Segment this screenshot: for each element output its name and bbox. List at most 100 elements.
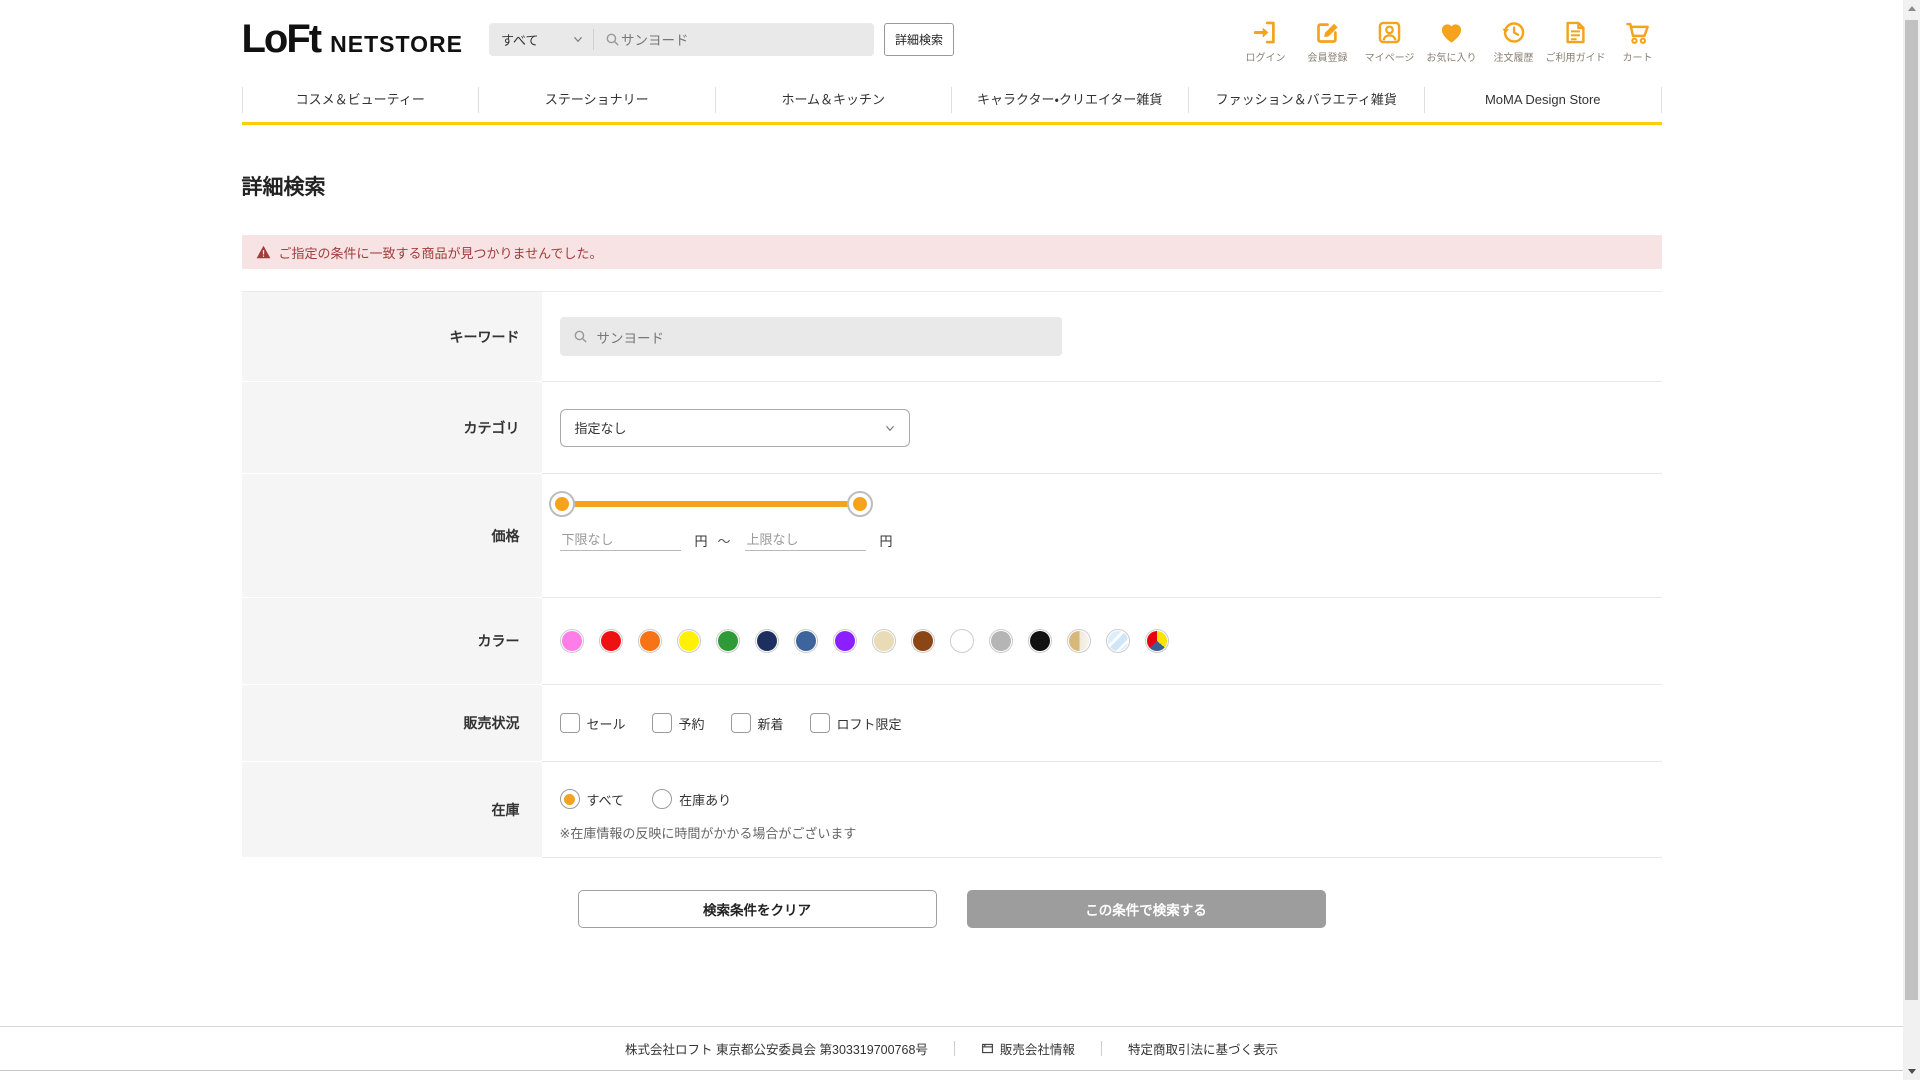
nav-item-3[interactable]: キャラクター・クリエイター雑貨 [952, 78, 1188, 122]
color-swatch-beige[interactable] [871, 629, 896, 653]
stock-radio-1[interactable]: 在庫あり [652, 789, 731, 809]
price-min-input[interactable] [559, 529, 681, 551]
window-icon [981, 1042, 994, 1055]
price-content: 円 ～ 円 [541, 474, 1662, 598]
color-swatch-red[interactable] [598, 629, 623, 653]
price-range-slider[interactable] [548, 491, 873, 517]
swatch-fill-white [951, 631, 972, 651]
sales-checkbox-0[interactable]: セール [559, 713, 626, 733]
chevron-down-icon [571, 32, 585, 46]
color-swatch-yellow[interactable] [676, 629, 701, 653]
color-swatch-brown[interactable] [910, 629, 935, 653]
sales-status-content: セール 予約 新着 ロフト限定 [541, 685, 1662, 762]
stock-note: ※在庫情報の反映に時間がかかる場合がございます [559, 826, 857, 841]
radio-label: すべて [586, 792, 625, 808]
form-actions: 検索条件をクリア この条件で検索する [242, 890, 1662, 928]
price-slider-max-handle[interactable] [846, 491, 873, 517]
color-swatch-gray[interactable] [988, 629, 1013, 653]
header-quick-links: ログイン 会員登録 マイページ お気に入り 注文履歴 ご利用ガイド カート [1242, 15, 1662, 64]
radio-label: 在庫あり [679, 792, 732, 808]
swatch-fill-beige [873, 631, 894, 651]
logo-netstore-text: NETSTORE [330, 31, 463, 57]
color-label: カラー [241, 598, 542, 685]
mypage-icon [1376, 19, 1403, 46]
nav-item-5[interactable]: MoMA Design Store [1425, 78, 1661, 122]
nav-item-2[interactable]: ホーム＆キッチン [716, 78, 952, 122]
quicklink-label: 会員登録 [1307, 52, 1348, 64]
keyword-input[interactable] [596, 329, 1050, 344]
stock-options: すべて 在庫あり [559, 789, 731, 809]
price-slider-min-handle[interactable] [548, 491, 575, 517]
color-swatch-clear[interactable] [1105, 629, 1130, 653]
swatch-fill-gray [990, 631, 1011, 651]
color-swatch-black[interactable] [1027, 629, 1052, 653]
search-icon [604, 31, 621, 48]
page-title: 詳細検索 [241, 176, 326, 199]
search-category-select[interactable]: すべて [489, 23, 593, 56]
quicklink-label: ご利用ガイド [1545, 52, 1606, 64]
sales-checkbox-3[interactable]: ロフト限定 [809, 713, 902, 733]
nav-item-4[interactable]: ファッション＆バラエティ雑貨 [1189, 78, 1425, 122]
keyword-row: キーワード [241, 292, 1662, 382]
color-swatch-blue[interactable] [793, 629, 818, 653]
color-swatch-navy[interactable] [754, 629, 779, 653]
heart-icon [1438, 19, 1465, 46]
quicklink-label: お気に入り [1426, 52, 1477, 64]
swatch-fill-multicolor [1146, 631, 1167, 651]
header-search-input[interactable] [620, 31, 851, 47]
color-swatch-multicolor[interactable] [1144, 629, 1169, 653]
color-swatch-pink[interactable] [559, 629, 584, 653]
footer-link-0[interactable]: 販売会社情報 [981, 1039, 1075, 1058]
search-with-conditions-button[interactable]: この条件で検索する [966, 890, 1326, 928]
header-search-bar: すべて [488, 22, 874, 56]
sales-status-row: 販売状況 セール 予約 新着 ロフト限定 [241, 685, 1662, 762]
scrollbar-thumb[interactable] [1905, 20, 1918, 1000]
quicklink-mypage[interactable]: マイページ [1365, 19, 1414, 64]
warning-icon [256, 245, 271, 259]
checkbox-box [651, 713, 672, 733]
quicklink-history[interactable]: 注文履歴 [1490, 19, 1538, 64]
color-swatch-gold[interactable] [1066, 629, 1091, 653]
quicklink-guide[interactable]: ご利用ガイド [1546, 19, 1606, 64]
stock-content: すべて 在庫あり ※在庫情報の反映に時間がかかる場合がございます [541, 762, 1662, 858]
quicklink-login[interactable]: ログイン [1242, 19, 1290, 64]
color-swatch-white[interactable] [949, 629, 974, 653]
loft-logo[interactable]: LoFt NETSTORE [242, 19, 463, 59]
swatch-fill-pink [561, 631, 582, 651]
price-label: 価格 [241, 474, 542, 598]
checkbox-label: 予約 [678, 716, 705, 732]
sales-checkbox-1[interactable]: 予約 [651, 713, 705, 733]
logo-loft-text: LoFt [241, 17, 323, 61]
keyword-content [541, 292, 1662, 382]
color-swatch-green[interactable] [715, 629, 740, 653]
quicklink-favorites[interactable]: お気に入り [1426, 19, 1477, 64]
footer-link-1[interactable]: 特定商取引法に基づく表示 [1128, 1039, 1278, 1058]
no-results-alert: ご指定の条件に一致する商品が見つかりませんでした。 [241, 235, 1662, 269]
price-max-input[interactable] [744, 529, 866, 551]
nav-item-0[interactable]: コスメ＆ビューティー [243, 78, 479, 122]
swatch-fill-brown [912, 631, 933, 651]
color-swatch-orange[interactable] [637, 629, 662, 653]
quicklink-label: 注文履歴 [1493, 52, 1534, 64]
category-label: カテゴリ [241, 382, 542, 474]
color-swatch-purple[interactable] [832, 629, 857, 653]
scrollbar-up-arrow-icon[interactable] [1903, 0, 1920, 17]
scrollbar-down-arrow-icon[interactable] [1903, 1063, 1920, 1080]
stock-radio-0[interactable]: すべて [559, 789, 625, 809]
footer-company-text: 株式会社ロフト 東京都公安委員会 第303319700768号 [625, 1043, 928, 1057]
sales-status-options: セール 予約 新着 ロフト限定 [559, 713, 902, 733]
quicklink-register[interactable]: 会員登録 [1304, 19, 1352, 64]
detail-search-button[interactable]: 詳細検索 [883, 22, 954, 56]
loft-netstore-page: LoFt NETSTORE すべて 詳細検索 [0, 0, 1920, 1080]
nav-item-1[interactable]: ステーショナリー [479, 78, 715, 122]
quicklink-label: ログイン [1245, 52, 1286, 64]
category-select[interactable]: 指定なし [559, 408, 910, 447]
swatch-fill-yellow [678, 631, 699, 651]
footer-link-label: 特定商取引法に基づく表示 [1127, 1043, 1278, 1057]
quicklink-cart[interactable]: カート [1614, 19, 1662, 64]
search-form: キーワード カテゴリ 指定なし [241, 291, 1662, 858]
sales-checkbox-2[interactable]: 新着 [730, 713, 784, 733]
price-inputs: 円 ～ 円 [559, 529, 893, 551]
clear-conditions-button[interactable]: 検索条件をクリア [577, 890, 937, 928]
header: LoFt NETSTORE すべて 詳細検索 [242, 0, 1662, 78]
